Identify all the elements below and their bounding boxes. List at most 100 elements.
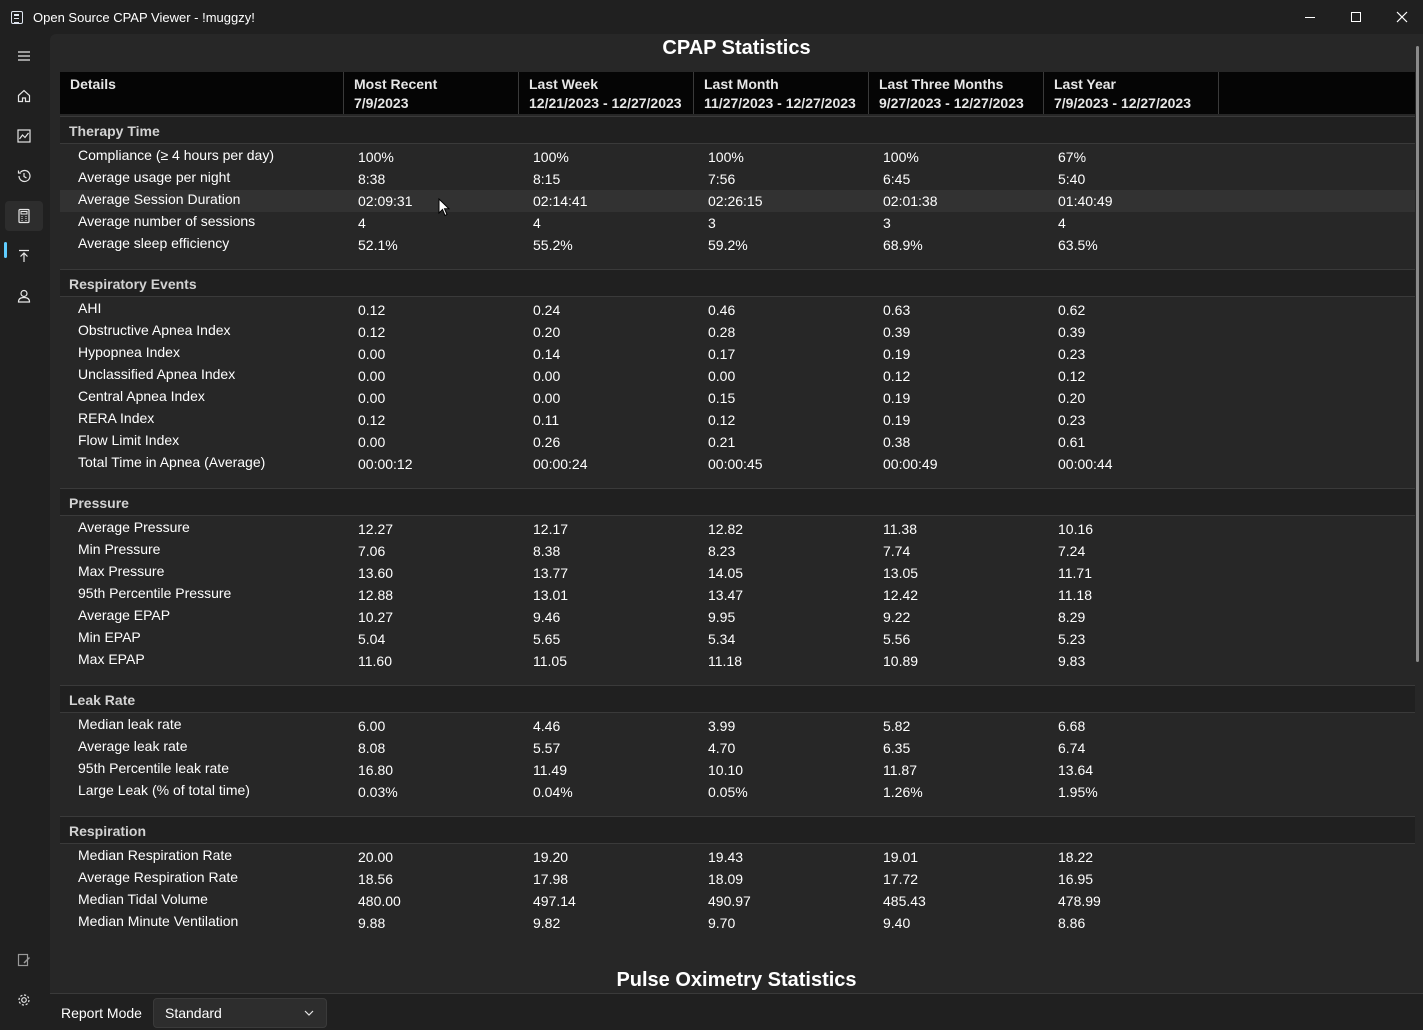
table-cell: 0.00 [358, 434, 386, 450]
table-row: Large Leak (% of total time) 0.03% 0.04% 0.… [60, 781, 1415, 803]
nav-import[interactable] [5, 241, 43, 271]
table-cell: 0.62 [1058, 302, 1086, 318]
hamburger-menu-icon [18, 51, 30, 61]
row-label: Max Pressure [78, 563, 165, 579]
column-header-last-year[interactable]: Last Year 7/9/2023 - 12/27/2023 [1044, 72, 1219, 114]
table-cell: 9.22 [883, 609, 911, 625]
table-cell: 9.82 [533, 915, 561, 931]
table-cell: 52.1% [358, 237, 398, 253]
table-cell: 0.00 [533, 368, 561, 384]
nav-statistics[interactable] [5, 201, 43, 231]
row-label: Large Leak (% of total time) [78, 782, 250, 798]
table-cell: 5.56 [883, 631, 911, 647]
table-cell: 0.63 [883, 302, 911, 318]
table-cell: 7:56 [708, 171, 736, 187]
table-cell: 480.00 [358, 893, 401, 909]
table-cell: 0.24 [533, 302, 561, 318]
nav-home[interactable] [5, 81, 43, 111]
chevron-down-icon [304, 1010, 314, 1016]
maximize-button[interactable] [1333, 0, 1379, 34]
table-cell: 11.38 [883, 521, 917, 537]
table-row: RERA Index 0.12 0.11 0.12 0.19 0.23 [60, 409, 1415, 431]
nav-daily-chart[interactable] [5, 121, 43, 151]
table-cell: 0.38 [883, 434, 911, 450]
vertical-scrollbar[interactable] [1416, 46, 1419, 662]
table-cell: 0.17 [708, 346, 736, 362]
table-cell: 0.14 [533, 346, 561, 362]
chart-icon [17, 129, 31, 143]
row-label: Min EPAP [78, 629, 141, 645]
table-cell: 13.05 [883, 565, 919, 581]
table-cell: 0.00 [358, 368, 386, 384]
title-bar: Open Source CPAP Viewer - !muggzy! [0, 0, 1423, 34]
table-cell: 6.68 [1058, 718, 1086, 734]
mouse-cursor-icon [438, 198, 450, 217]
table-cell: 4.46 [533, 718, 561, 734]
column-header-last-week[interactable]: Last Week 12/21/2023 - 12/27/2023 [519, 72, 694, 114]
table-row: Average usage per night 8:38 8:15 7:56 6:45 5… [60, 168, 1415, 190]
report-mode-dropdown[interactable]: Standard [153, 998, 327, 1028]
table-cell: 5.57 [533, 740, 561, 756]
row-label: Hypopnea Index [78, 344, 180, 360]
row-label: Median Minute Ventilation [78, 913, 239, 929]
table-cell: 18.56 [358, 871, 394, 887]
table-cell: 9.40 [883, 915, 911, 931]
column-header-most-recent[interactable]: Most Recent 7/9/2023 [344, 72, 519, 114]
column-header-last-three-months[interactable]: Last Three Months 9/27/2023 - 12/27/2023 [869, 72, 1044, 114]
column-header-last-month[interactable]: Last Month 11/27/2023 - 12/27/2023 [694, 72, 869, 114]
table-cell: 20.00 [358, 849, 394, 865]
table-row: Max Pressure 13.60 13.77 14.05 13.05 11.71 [60, 562, 1415, 584]
row-label: Average EPAP [78, 607, 171, 623]
row-label: 95th Percentile Pressure [78, 585, 232, 601]
nav-profile[interactable] [5, 281, 43, 311]
menu-button[interactable] [5, 41, 43, 71]
table-cell: 0.61 [1058, 434, 1086, 450]
navigation-rail [0, 34, 49, 1030]
table-cell: 0.00 [358, 390, 386, 406]
row-label: Central Apnea Index [78, 388, 205, 404]
table-cell: 17.72 [883, 871, 919, 887]
window-title: Open Source CPAP Viewer - !muggzy! [33, 10, 255, 25]
table-cell: 13.64 [1058, 762, 1094, 778]
table-cell: 6.35 [883, 740, 911, 756]
table-cell: 5.82 [883, 718, 911, 734]
table-cell: 3 [883, 215, 891, 231]
page-title: CPAP Statistics [662, 37, 811, 59]
table-cell: 00:00:12 [358, 456, 413, 472]
table-cell: 59.2% [708, 237, 748, 253]
table-cell: 16.95 [1058, 871, 1094, 887]
table-cell: 02:01:38 [883, 193, 938, 209]
table-cell: 7.06 [358, 543, 386, 559]
table-cell: 01:40:49 [1058, 193, 1113, 209]
table-row: Central Apnea Index 0.00 0.00 0.15 0.19 0.20 [60, 387, 1415, 409]
table-cell: 0.39 [1058, 324, 1086, 340]
nav-notes[interactable] [5, 945, 43, 975]
close-button[interactable] [1379, 0, 1423, 34]
table-row: Obstructive Apnea Index 0.12 0.20 0.28 0.39 0… [60, 321, 1415, 343]
table-row: Median Tidal Volume 480.00 497.14 490.97 485… [60, 890, 1415, 912]
table-cell: 13.01 [533, 587, 569, 603]
nav-settings[interactable] [5, 985, 43, 1015]
minimize-button[interactable] [1287, 0, 1333, 34]
column-header-details[interactable]: Details [60, 72, 344, 114]
row-label: RERA Index [78, 410, 155, 426]
table-cell: 497.14 [533, 893, 576, 909]
row-label: Average number of sessions [78, 213, 256, 229]
table-cell: 5.65 [533, 631, 561, 647]
table-cell: 1.26% [883, 784, 923, 800]
row-label: Average Pressure [78, 519, 190, 535]
table-cell: 00:00:49 [883, 456, 938, 472]
table-cell: 8.23 [708, 543, 736, 559]
table-cell: 0.12 [358, 302, 386, 318]
row-label: Median leak rate [78, 716, 182, 732]
calculator-icon [18, 208, 30, 224]
table-cell: 10.10 [708, 762, 744, 778]
table-cell: 0.19 [883, 346, 911, 362]
nav-history[interactable] [5, 161, 43, 191]
table-row: Average number of sessions 4 4 3 3 4 [60, 212, 1415, 234]
table-cell: 0.00 [533, 390, 561, 406]
table-cell: 478.99 [1058, 893, 1101, 909]
table-cell: 0.12 [708, 412, 736, 428]
table-row: Compliance (≥ 4 hours per day) 100% 100% 10… [60, 146, 1415, 168]
table-cell: 0.39 [883, 324, 911, 340]
